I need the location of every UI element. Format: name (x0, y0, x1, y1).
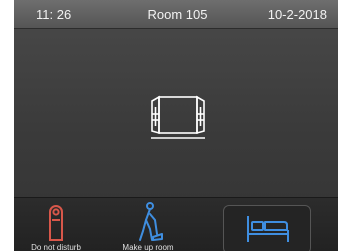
sleep-mode-button[interactable] (223, 205, 311, 251)
current-date: 10-2-2018 (267, 7, 327, 22)
service-bar: Do not disturb Make up room (14, 197, 338, 251)
vacuum-cleaner-icon (139, 202, 163, 241)
door-hanger-icon (49, 205, 63, 241)
window-icon[interactable] (149, 87, 207, 145)
make-up-room-label: Make up room (122, 243, 174, 251)
status-bar: 11: 26 Room 105 10-2-2018 (14, 0, 338, 29)
make-up-room-button[interactable]: Make up room (106, 198, 190, 251)
room-control-panel: 11: 26 Room 105 10-2-2018 Do not disturb… (14, 0, 338, 251)
do-not-disturb-label: Do not disturb (31, 243, 81, 251)
bed-icon (247, 216, 289, 242)
do-not-disturb-button[interactable]: Do not disturb (14, 198, 98, 251)
